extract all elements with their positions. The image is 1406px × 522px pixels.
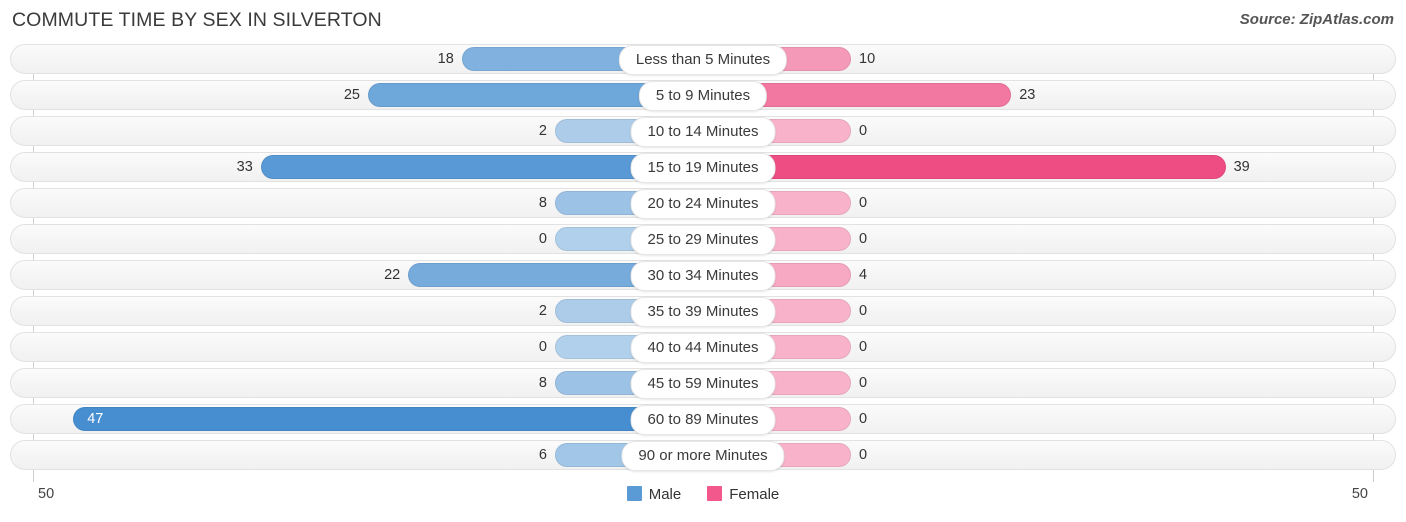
bar-value-male: 47 — [87, 411, 104, 427]
legend-item-label: Male — [648, 486, 682, 503]
table-row: 25 23 5 to 9 Minutes — [0, 80, 1406, 111]
bar-value-female: 0 — [859, 411, 868, 427]
bar-value-male: 8 — [538, 375, 547, 391]
category-label: 40 to 44 Minutes — [630, 333, 776, 363]
legend-item[interactable]: Male — [626, 486, 682, 503]
table-row: 47 0 60 to 89 Minutes — [0, 404, 1406, 435]
category-label: 45 to 59 Minutes — [630, 369, 776, 399]
bar-value-female: 0 — [859, 303, 868, 319]
category-label: 35 to 39 Minutes — [630, 297, 776, 327]
bar-value-male: 22 — [384, 267, 401, 283]
category-label: 90 or more Minutes — [621, 441, 785, 471]
bar-male[interactable] — [73, 407, 703, 431]
plot-area: 18 10 Less than 5 Minutes 25 23 5 to 9 Minute… — [0, 44, 1406, 482]
bar-value-male: 0 — [538, 231, 547, 247]
bar-value-female: 39 — [1233, 159, 1250, 175]
bar-rows: 18 10 Less than 5 Minutes 25 23 5 to 9 Minute… — [0, 44, 1406, 476]
category-label: 10 to 14 Minutes — [630, 117, 776, 147]
category-label: 5 to 9 Minutes — [638, 81, 768, 111]
bar-value-female: 0 — [859, 231, 868, 247]
category-label: 25 to 29 Minutes — [630, 225, 776, 255]
bar-value-male: 2 — [538, 303, 547, 319]
category-label: 20 to 24 Minutes — [630, 189, 776, 219]
table-row: 0 0 25 to 29 Minutes — [0, 224, 1406, 255]
bar-value-female: 0 — [859, 375, 868, 391]
chart-page: COMMUTE TIME BY SEX IN SILVERTON Source:… — [0, 0, 1406, 522]
bar-value-male: 18 — [437, 51, 454, 67]
bar-value-female: 0 — [859, 123, 868, 139]
bar-value-male: 8 — [538, 195, 547, 211]
chart-footer: 50 50 Male Female — [0, 478, 1406, 522]
table-row: 8 0 20 to 24 Minutes — [0, 188, 1406, 219]
legend-item-label: Female — [729, 486, 780, 503]
bar-value-male: 6 — [538, 447, 547, 463]
legend-item[interactable]: Female — [707, 486, 779, 503]
category-label: 30 to 34 Minutes — [630, 261, 776, 291]
bar-value-female: 0 — [859, 339, 868, 355]
category-label: 60 to 89 Minutes — [630, 405, 776, 435]
table-row: 18 10 Less than 5 Minutes — [0, 44, 1406, 75]
table-row: 6 0 90 or more Minutes — [0, 440, 1406, 471]
bar-value-female: 23 — [1019, 87, 1036, 103]
table-row: 2 0 10 to 14 Minutes — [0, 116, 1406, 147]
table-row: 22 4 30 to 34 Minutes — [0, 260, 1406, 291]
category-label: 15 to 19 Minutes — [630, 153, 776, 183]
category-label: Less than 5 Minutes — [618, 45, 788, 75]
bar-value-female: 0 — [859, 447, 868, 463]
bar-value-male: 0 — [538, 339, 547, 355]
bar-value-male: 33 — [236, 159, 253, 175]
legend-swatch-icon — [707, 486, 723, 501]
bar-value-male: 25 — [343, 87, 360, 103]
chart-header: COMMUTE TIME BY SEX IN SILVERTON Source:… — [0, 0, 1406, 44]
bar-female[interactable] — [703, 155, 1226, 179]
source-attribution: Source: ZipAtlas.com — [1239, 11, 1394, 28]
legend-swatch-icon — [626, 486, 642, 501]
bar-value-female: 0 — [859, 195, 868, 211]
chart-legend: Male Female — [0, 486, 1406, 503]
bar-value-female: 4 — [859, 267, 868, 283]
table-row: 33 39 15 to 19 Minutes — [0, 152, 1406, 183]
page-title: COMMUTE TIME BY SEX IN SILVERTON — [12, 9, 382, 31]
table-row: 8 0 45 to 59 Minutes — [0, 368, 1406, 399]
bar-value-male: 2 — [538, 123, 547, 139]
bar-value-female: 10 — [859, 51, 876, 67]
table-row: 0 0 40 to 44 Minutes — [0, 332, 1406, 363]
table-row: 2 0 35 to 39 Minutes — [0, 296, 1406, 327]
